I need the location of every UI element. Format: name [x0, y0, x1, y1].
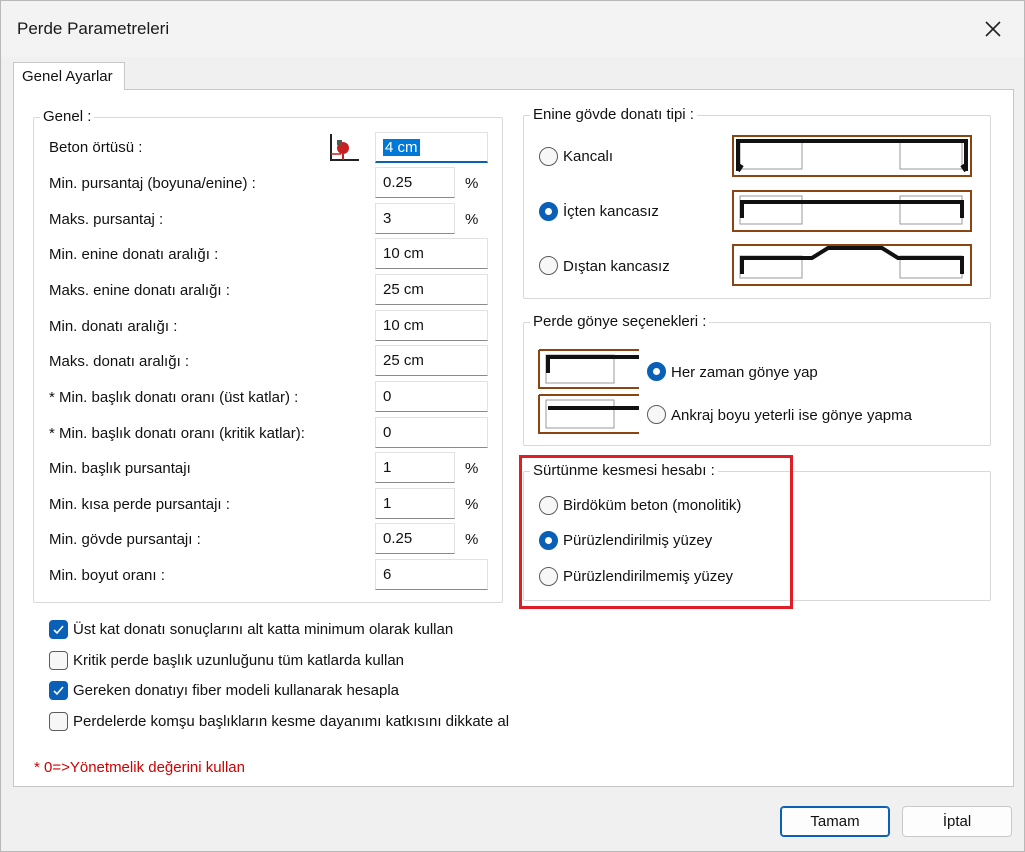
- label-puruzlendirilmis: Pürüzlendirilmiş yüzey: [563, 532, 713, 549]
- corner-group-title: Perde gönye seçenekleri :: [530, 313, 710, 330]
- cancel-button[interactable]: İptal: [902, 806, 1012, 837]
- general-group-title: Genel :: [40, 108, 95, 125]
- radio-kancali[interactable]: [539, 147, 558, 166]
- min-pursantaj-input[interactable]: 0.25: [375, 167, 455, 198]
- close-icon: [985, 21, 1001, 37]
- checkbox-kritik-perde-baslik[interactable]: [49, 651, 68, 670]
- friction-group-title: Sürtünme kesmesi hesabı :: [530, 462, 718, 479]
- checkbox-komsu-basliklar[interactable]: [49, 712, 68, 731]
- checkbox-ust-kat-donati[interactable]: [49, 620, 68, 639]
- label-puruzlendirilmemis: Pürüzlendirilmemiş yüzey: [563, 568, 734, 585]
- beton-ortusu-value: 4 cm: [383, 139, 420, 156]
- label-min-enine-donati-araligi: Min. enine donatı aralığı :: [49, 246, 219, 263]
- regulation-note: * 0=>Yönetmelik değerini kullan: [34, 759, 245, 776]
- corner-always-diagram: [538, 349, 640, 393]
- min-kisa-perde-pursantaji-unit: %: [465, 496, 479, 513]
- radio-puruzlendirilmis[interactable]: [539, 531, 558, 550]
- maks-pursantaj-input[interactable]: 3: [375, 203, 455, 234]
- label-kancali: Kancalı: [563, 148, 614, 165]
- rebar-outer-unhooked-diagram: [732, 244, 972, 290]
- label-her-zaman-gonye: Her zaman gönye yap: [671, 364, 818, 381]
- min-pursantaj-unit: %: [465, 175, 479, 192]
- label-icten-kancasiz: İçten kancasız: [563, 203, 659, 220]
- tab-label: Genel Ayarlar: [22, 68, 113, 85]
- radio-ankraj-gonye-yapma[interactable]: [647, 405, 666, 424]
- min-baslik-pursantaji-input[interactable]: 1: [375, 452, 455, 483]
- label-min-boyut-orani: Min. boyut oranı :: [49, 567, 165, 584]
- label-ankraj-gonye-yapma: Ankraj boyu yeterli ise gönye yapma: [671, 407, 912, 424]
- min-baslik-donati-orani-kritik-input[interactable]: 0: [375, 417, 488, 448]
- min-enine-donati-araligi-input[interactable]: 10 cm: [375, 238, 488, 269]
- min-donati-araligi-input[interactable]: 10 cm: [375, 310, 488, 341]
- radio-puruzlendirilmemis[interactable]: [539, 567, 558, 586]
- check-icon: [53, 686, 64, 696]
- radio-icten-kancasiz[interactable]: [539, 202, 558, 221]
- ok-button-label: Tamam: [810, 813, 860, 830]
- maks-pursantaj-unit: %: [465, 211, 479, 228]
- maks-enine-donati-araligi-input[interactable]: 25 cm: [375, 274, 488, 305]
- rebar-inner-unhooked-diagram: [732, 190, 972, 236]
- label-fiber-modeli: Gereken donatıyı fiber modeli kullanarak…: [73, 682, 400, 699]
- label-min-govde-pursantaji: Min. gövde pursantajı :: [49, 531, 201, 548]
- min-baslik-donati-orani-ust-input[interactable]: 0: [375, 381, 488, 412]
- label-min-donati-araligi: Min. donatı aralığı :: [49, 318, 178, 335]
- label-ust-kat-donati: Üst kat donatı sonuçlarını alt katta min…: [73, 621, 454, 638]
- tab-genel-ayarlar[interactable]: Genel Ayarlar: [13, 62, 125, 90]
- radio-birdokum-beton[interactable]: [539, 496, 558, 515]
- label-kritik-perde-baslik: Kritik perde başlık uzunluğunu tüm katla…: [73, 652, 405, 669]
- label-min-baslik-pursantaji: Min. başlık pursantajı: [49, 460, 191, 477]
- label-min-baslik-donati-orani-ust: * Min. başlık donatı oranı (üst katlar) …: [49, 389, 299, 406]
- beton-ortusu-input[interactable]: 4 cm: [375, 132, 488, 163]
- window-title: Perde Parametreleri: [17, 19, 170, 38]
- min-govde-pursantaji-unit: %: [465, 531, 479, 548]
- label-maks-donati-araligi: Maks. donatı aralığı :: [49, 353, 190, 370]
- corner-anchor-diagram: [538, 394, 640, 438]
- radio-her-zaman-gonye[interactable]: [647, 362, 666, 381]
- maks-donati-araligi-input[interactable]: 25 cm: [375, 345, 488, 376]
- ok-button[interactable]: Tamam: [780, 806, 890, 837]
- label-birdokum-beton: Birdöküm beton (monolitik): [563, 497, 742, 514]
- label-distan-kancasiz: Dıştan kancasız: [563, 258, 670, 275]
- label-min-kisa-perde-pursantaji: Min. kısa perde pursantajı :: [49, 496, 230, 513]
- check-icon: [53, 625, 64, 635]
- transverse-group-title: Enine gövde donatı tipi :: [530, 106, 697, 123]
- concrete-cover-icon: [325, 132, 361, 164]
- min-govde-pursantaji-input[interactable]: 0.25: [375, 523, 455, 554]
- min-kisa-perde-pursantaji-input[interactable]: 1: [375, 488, 455, 519]
- label-maks-enine-donati-araligi: Maks. enine donatı aralığı :: [49, 282, 230, 299]
- min-baslik-pursantaji-unit: %: [465, 460, 479, 477]
- label-min-baslik-donati-orani-kritik: * Min. başlık donatı oranı (kritik katla…: [49, 425, 305, 442]
- label-komsu-basliklar: Perdelerde komşu başlıkların kesme dayan…: [73, 713, 510, 730]
- close-button[interactable]: [970, 9, 1016, 49]
- min-boyut-orani-input[interactable]: 6: [375, 559, 488, 590]
- dialog-window: Perde Parametreleri Genel Ayarlar Genel …: [0, 0, 1025, 852]
- radio-distan-kancasiz[interactable]: [539, 256, 558, 275]
- label-maks-pursantaj: Maks. pursantaj :: [49, 211, 164, 228]
- checkbox-fiber-modeli[interactable]: [49, 681, 68, 700]
- label-min-pursantaj: Min. pursantaj (boyuna/enine) :: [49, 175, 256, 192]
- rebar-hooked-diagram: [732, 135, 972, 181]
- cancel-button-label: İptal: [942, 813, 972, 830]
- label-beton-ortusu: Beton örtüsü :: [49, 139, 143, 156]
- title-bar: Perde Parametreleri: [1, 1, 1024, 57]
